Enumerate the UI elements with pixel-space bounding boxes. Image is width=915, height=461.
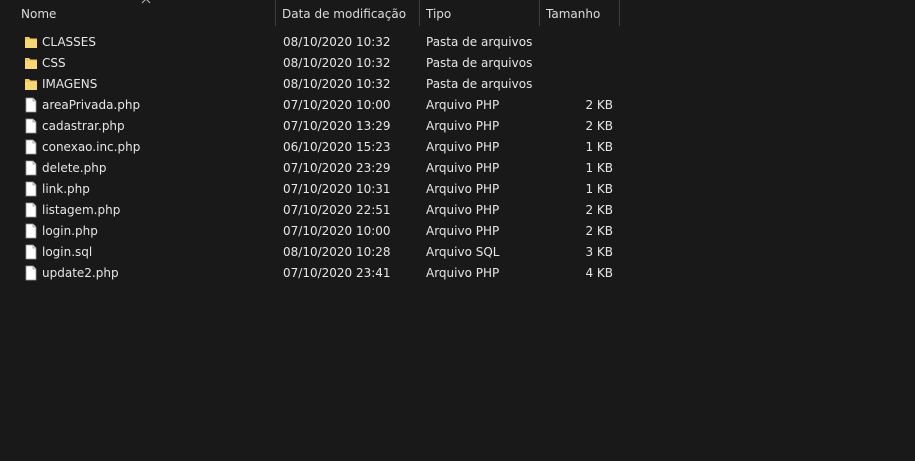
file-row[interactable]: areaPrivada.php 07/10/2020 10:00 Arquivo… bbox=[0, 95, 915, 116]
file-row[interactable]: login.sql 08/10/2020 10:28 Arquivo SQL 3… bbox=[0, 242, 915, 263]
file-name: link.php bbox=[42, 182, 90, 196]
file-row[interactable]: CLASSES 08/10/2020 10:32 Pasta de arquiv… bbox=[0, 32, 915, 53]
file-icon bbox=[24, 181, 38, 197]
file-type: Pasta de arquivos bbox=[426, 56, 533, 70]
column-header-type-label: Tipo bbox=[426, 7, 452, 21]
file-explorer: Nome Data de modificação Tipo Tamanho CL… bbox=[0, 0, 915, 461]
file-type: Arquivo PHP bbox=[426, 224, 500, 238]
file-name: login.php bbox=[42, 224, 98, 238]
file-size: 1 KB bbox=[585, 140, 613, 154]
file-type: Arquivo PHP bbox=[426, 140, 500, 154]
file-icon bbox=[24, 202, 38, 218]
file-size: 2 KB bbox=[585, 203, 613, 217]
file-row[interactable]: cadastrar.php 07/10/2020 13:29 Arquivo P… bbox=[0, 116, 915, 137]
file-type: Arquivo PHP bbox=[426, 182, 500, 196]
file-date: 07/10/2020 10:00 bbox=[283, 224, 391, 238]
column-header-type[interactable]: Tipo bbox=[420, 0, 540, 26]
file-type: Arquivo PHP bbox=[426, 98, 500, 112]
file-row[interactable]: conexao.inc.php 06/10/2020 15:23 Arquivo… bbox=[0, 137, 915, 158]
file-name: IMAGENS bbox=[42, 77, 98, 91]
file-date: 07/10/2020 13:29 bbox=[283, 119, 391, 133]
file-type: Arquivo PHP bbox=[426, 203, 500, 217]
file-type: Arquivo PHP bbox=[426, 119, 500, 133]
file-icon bbox=[24, 244, 38, 260]
file-name: areaPrivada.php bbox=[42, 98, 141, 112]
file-name: CLASSES bbox=[42, 35, 96, 49]
file-size: 1 KB bbox=[585, 182, 613, 196]
file-name: update2.php bbox=[42, 266, 119, 280]
file-icon bbox=[24, 139, 38, 155]
file-date: 07/10/2020 23:41 bbox=[283, 266, 391, 280]
file-icon bbox=[24, 97, 38, 113]
file-name: login.sql bbox=[42, 245, 93, 259]
sort-ascending-icon bbox=[141, 0, 151, 5]
file-date: 07/10/2020 10:31 bbox=[283, 182, 391, 196]
file-date: 06/10/2020 15:23 bbox=[283, 140, 391, 154]
file-name: cadastrar.php bbox=[42, 119, 125, 133]
file-type: Pasta de arquivos bbox=[426, 77, 533, 91]
file-name: delete.php bbox=[42, 161, 107, 175]
file-size: 1 KB bbox=[585, 161, 613, 175]
file-name: conexao.inc.php bbox=[42, 140, 141, 154]
file-row[interactable]: listagem.php 07/10/2020 22:51 Arquivo PH… bbox=[0, 200, 915, 221]
file-date: 07/10/2020 23:29 bbox=[283, 161, 391, 175]
file-icon bbox=[24, 160, 38, 176]
file-size: 2 KB bbox=[585, 224, 613, 238]
file-date: 08/10/2020 10:28 bbox=[283, 245, 391, 259]
folder-icon bbox=[24, 55, 38, 71]
file-date: 08/10/2020 10:32 bbox=[283, 77, 391, 91]
file-row[interactable]: IMAGENS 08/10/2020 10:32 Pasta de arquiv… bbox=[0, 74, 915, 95]
folder-icon bbox=[24, 34, 38, 50]
folder-icon bbox=[24, 76, 38, 92]
column-header-date[interactable]: Data de modificação bbox=[276, 0, 420, 26]
file-icon bbox=[24, 265, 38, 281]
file-row[interactable]: login.php 07/10/2020 10:00 Arquivo PHP 2… bbox=[0, 221, 915, 242]
column-header-name[interactable]: Nome bbox=[0, 0, 276, 26]
file-size: 4 KB bbox=[585, 266, 613, 280]
column-header-size[interactable]: Tamanho bbox=[540, 0, 620, 26]
file-row[interactable]: delete.php 07/10/2020 23:29 Arquivo PHP … bbox=[0, 158, 915, 179]
file-type: Arquivo PHP bbox=[426, 266, 500, 280]
column-header-date-label: Data de modificação bbox=[282, 7, 407, 21]
file-type: Arquivo PHP bbox=[426, 161, 500, 175]
file-list: CLASSES 08/10/2020 10:32 Pasta de arquiv… bbox=[0, 32, 915, 284]
column-header-name-label: Nome bbox=[21, 7, 57, 21]
file-size: 2 KB bbox=[585, 98, 613, 112]
file-date: 08/10/2020 10:32 bbox=[283, 35, 391, 49]
file-type: Arquivo SQL bbox=[426, 245, 500, 259]
file-icon bbox=[24, 223, 38, 239]
file-row[interactable]: CSS 08/10/2020 10:32 Pasta de arquivos bbox=[0, 53, 915, 74]
file-type: Pasta de arquivos bbox=[426, 35, 533, 49]
file-date: 07/10/2020 22:51 bbox=[283, 203, 391, 217]
file-name: listagem.php bbox=[42, 203, 121, 217]
column-header-size-label: Tamanho bbox=[546, 7, 601, 21]
column-header: Nome Data de modificação Tipo Tamanho bbox=[0, 0, 915, 26]
file-size: 2 KB bbox=[585, 119, 613, 133]
file-size: 3 KB bbox=[585, 245, 613, 259]
file-row[interactable]: link.php 07/10/2020 10:31 Arquivo PHP 1 … bbox=[0, 179, 915, 200]
file-row[interactable]: update2.php 07/10/2020 23:41 Arquivo PHP… bbox=[0, 263, 915, 284]
file-date: 07/10/2020 10:00 bbox=[283, 98, 391, 112]
file-icon bbox=[24, 118, 38, 134]
file-date: 08/10/2020 10:32 bbox=[283, 56, 391, 70]
file-name: CSS bbox=[42, 56, 66, 70]
